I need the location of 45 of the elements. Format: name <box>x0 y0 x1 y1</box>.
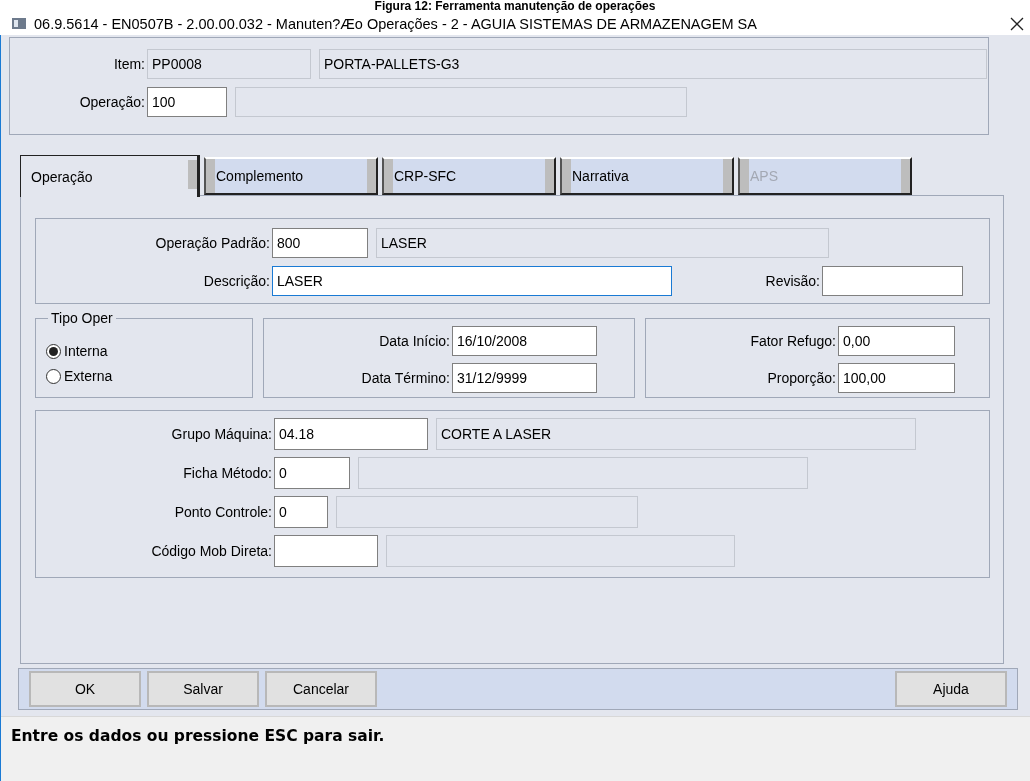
field-label: Grupo Máquina: <box>170 426 273 442</box>
action-button[interactable]: OK <box>29 671 141 707</box>
text-field[interactable] <box>822 266 963 296</box>
action-button[interactable]: Ajuda <box>895 671 1007 707</box>
field-label: Código Mob Direta: <box>150 543 273 559</box>
text-field[interactable]: 04.18 <box>274 418 428 450</box>
status-text: Entre os dados ou pressione ESC para sair. <box>11 727 385 745</box>
radio-button[interactable]: Interna <box>46 343 252 359</box>
field-label: Proporção: <box>766 370 837 386</box>
date-field[interactable]: 16/10/2008 <box>452 326 597 356</box>
group-title: Tipo Oper <box>48 310 116 326</box>
text-field[interactable]: 100,00 <box>838 363 955 393</box>
app-icon <box>12 18 26 29</box>
field-label: Operação: <box>78 94 146 110</box>
field-label: Revisão: <box>764 273 821 289</box>
text-field[interactable]: 0 <box>274 496 328 528</box>
field-label: Fator Refugo: <box>749 333 837 349</box>
figure-caption: Figura 12: Ferramenta manutenção de operações <box>373 0 657 12</box>
field-label: Operação Padrão: <box>154 235 271 251</box>
text-field[interactable]: 0 <box>274 457 350 489</box>
window-title: 06.9.5614 - EN0507B - 2.00.00.032 - Manuten?Æo Operações - 2 - AGUIA SISTEMAS DE ARMAZENAGEM SA <box>34 15 758 32</box>
action-button[interactable]: Cancelar <box>265 671 377 707</box>
close-icon[interactable] <box>1010 16 1024 31</box>
field-label: Item: <box>112 56 146 72</box>
readonly-field: PP0008 <box>147 49 311 79</box>
field-label: Ponto Controle: <box>173 504 273 520</box>
tab[interactable]: Operação <box>20 155 200 197</box>
text-field[interactable]: 100 <box>147 87 227 117</box>
radio-button[interactable]: Externa <box>46 368 252 384</box>
description-field: LASER <box>376 228 829 258</box>
action-button[interactable]: Salvar <box>147 671 259 707</box>
text-field[interactable] <box>274 535 378 567</box>
tab[interactable]: Narrativa <box>560 157 734 195</box>
field-label: Descrição: <box>202 273 271 289</box>
text-field[interactable]: 0,00 <box>838 326 955 356</box>
description-field: CORTE A LASER <box>436 418 916 450</box>
description-field: PORTA-PALLETS-G3 <box>319 49 987 79</box>
date-field[interactable]: 31/12/9999 <box>452 363 597 393</box>
tab[interactable]: CRP-SFC <box>382 157 556 195</box>
tab[interactable]: Complemento <box>204 157 378 195</box>
text-field[interactable]: 800 <box>272 228 368 258</box>
field-label: Data Término: <box>360 370 451 386</box>
field-label: Ficha Método: <box>182 465 273 481</box>
field-label: Data Início: <box>378 333 451 349</box>
text-field[interactable]: LASER <box>272 266 672 296</box>
